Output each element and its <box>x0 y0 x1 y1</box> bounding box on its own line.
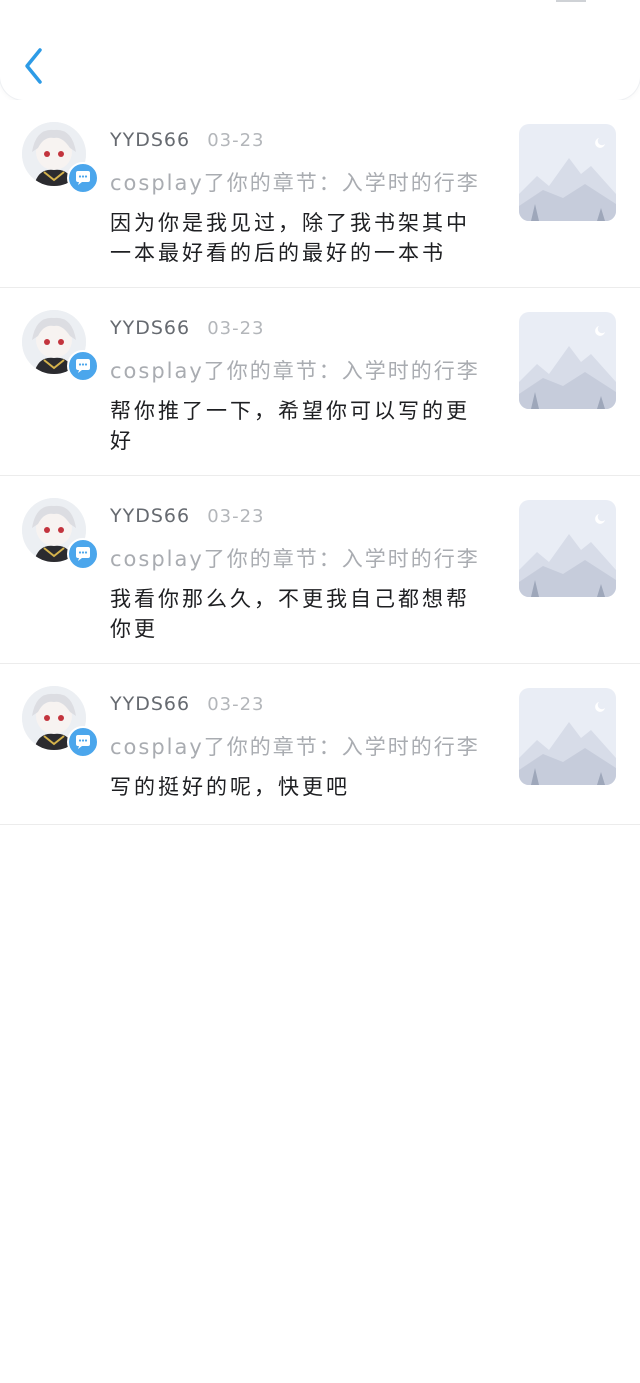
meta: YYDS66 03-23 <box>110 505 265 531</box>
chevron-left-icon <box>25 48 42 84</box>
username[interactable]: YYDS66 <box>110 317 190 339</box>
chat-bubble-icon <box>76 359 90 373</box>
meta: YYDS66 03-23 <box>110 693 265 719</box>
chat-bubble-icon <box>76 171 90 185</box>
comment-text: 写的挺好的呢，快更吧 <box>110 775 350 799</box>
back-button[interactable] <box>18 44 54 88</box>
list-item[interactable]: YYDS66 03-23 cosplay了你的章节：入学时的行李 因为你是我见过… <box>0 100 640 288</box>
avatar-wrap <box>22 122 99 196</box>
date: 03-23 <box>207 130 265 151</box>
chapter-thumbnail[interactable] <box>519 312 616 409</box>
badge <box>67 726 99 758</box>
chapter-line: cosplay了你的章节：入学时的行李 <box>110 359 480 383</box>
badge <box>67 162 99 194</box>
username[interactable]: YYDS66 <box>110 505 190 527</box>
avatar-wrap <box>22 498 99 572</box>
chapter-line: cosplay了你的章节：入学时的行李 <box>110 547 480 571</box>
list-item[interactable]: YYDS66 03-23 cosplay了你的章节：入学时的行李 帮你推了一下，… <box>0 288 640 476</box>
chat-bubble-icon <box>76 547 90 561</box>
comment-text: 帮你推了一下，希望你可以写的更好 <box>110 399 470 453</box>
top-bar <box>0 0 640 100</box>
username[interactable]: YYDS66 <box>110 129 190 151</box>
chat-bubble-icon <box>76 735 90 749</box>
list-item[interactable]: YYDS66 03-23 cosplay了你的章节：入学时的行李 写的挺好的呢，… <box>0 664 640 825</box>
date: 03-23 <box>207 318 265 339</box>
avatar-wrap <box>22 686 99 760</box>
date: 03-23 <box>207 694 265 715</box>
badge <box>67 350 99 382</box>
list-item[interactable]: YYDS66 03-23 cosplay了你的章节：入学时的行李 我看你那么久，… <box>0 476 640 664</box>
chapter-thumbnail[interactable] <box>519 124 616 221</box>
badge <box>67 538 99 570</box>
mountain-image-icon <box>519 688 616 785</box>
username[interactable]: YYDS66 <box>110 693 190 715</box>
date: 03-23 <box>207 506 265 527</box>
meta: YYDS66 03-23 <box>110 317 265 343</box>
chapter-thumbnail[interactable] <box>519 500 616 597</box>
mountain-image-icon <box>519 312 616 409</box>
top-handle <box>556 0 586 2</box>
mountain-image-icon <box>519 500 616 597</box>
chapter-line: cosplay了你的章节：入学时的行李 <box>110 735 480 759</box>
comment-text: 我看你那么久，不更我自己都想帮你更 <box>110 587 470 641</box>
message-list: YYDS66 03-23 cosplay了你的章节：入学时的行李 因为你是我见过… <box>0 100 640 825</box>
chapter-line: cosplay了你的章节：入学时的行李 <box>110 171 480 195</box>
chapter-thumbnail[interactable] <box>519 688 616 785</box>
meta: YYDS66 03-23 <box>110 129 265 155</box>
comment-text: 因为你是我见过，除了我书架其中一本最好看的后的最好的一本书 <box>110 211 470 265</box>
mountain-image-icon <box>519 124 616 221</box>
avatar-wrap <box>22 310 99 384</box>
